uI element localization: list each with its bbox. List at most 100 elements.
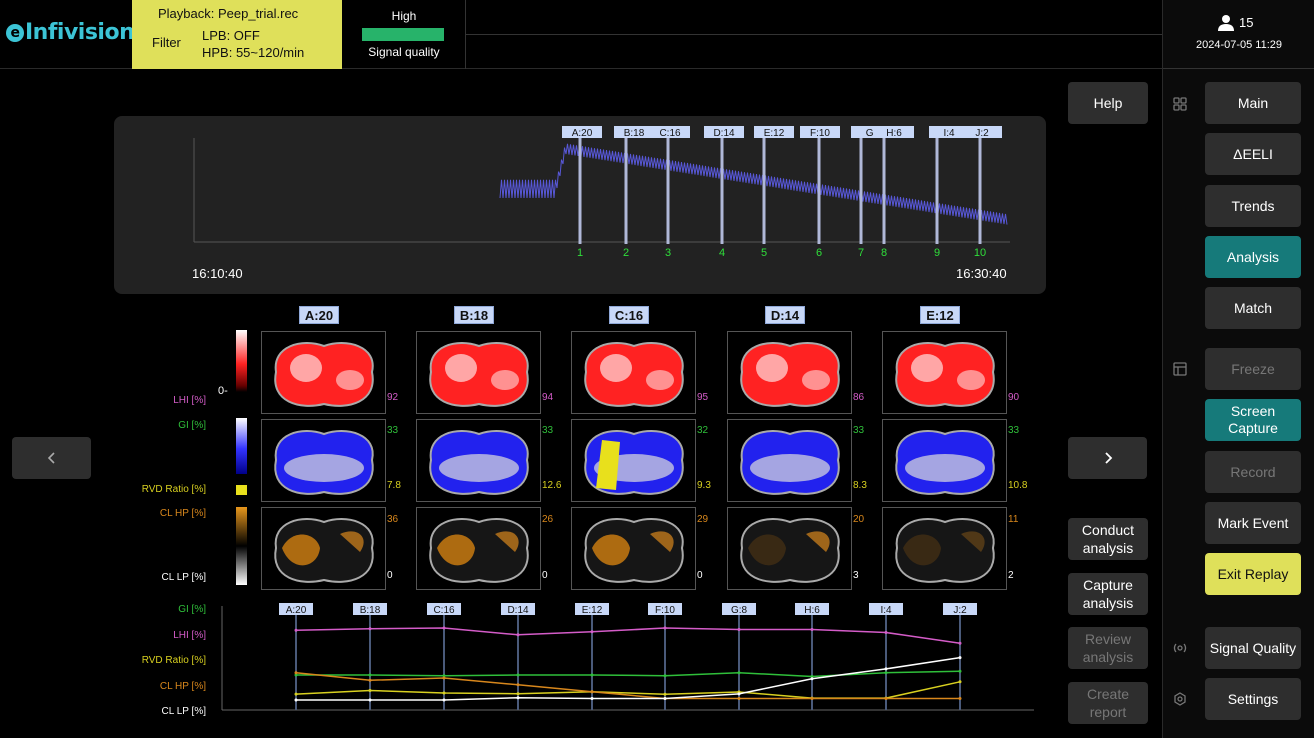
gear-icon [1174, 692, 1186, 706]
match-button[interactable]: Match [1205, 287, 1301, 329]
signal-quality-button[interactable]: Signal Quality [1205, 627, 1301, 669]
chart-legend-lhi: LHI [%] [173, 630, 206, 641]
settings-button[interactable]: Settings [1205, 678, 1301, 720]
timeline-panel[interactable]: A:20 1 B:18 2 C:16 3 D:14 4 E:12 5 F:10 6 G: 7 H:6 8 I:4… [114, 116, 1046, 294]
timeline-marker-number: 5 [761, 247, 767, 259]
trend-data-point [737, 692, 741, 696]
conduct-analysis-button[interactable]: Conduct analysis [1068, 518, 1148, 560]
create-report-button[interactable]: Create report [1068, 682, 1148, 724]
screen-capture-button[interactable]: Screen Capture [1205, 399, 1301, 441]
clhp-value: 36 [387, 514, 399, 525]
signal-level: High [391, 9, 417, 23]
layout-icon [1173, 362, 1187, 376]
lhi-value: 95 [697, 392, 709, 403]
trend-data-point [368, 673, 372, 677]
lhi-map [416, 331, 541, 414]
clhp-value: 26 [542, 514, 554, 525]
analysis-button[interactable]: Analysis [1205, 236, 1301, 278]
trend-data-point [663, 626, 667, 630]
main-button[interactable]: Main [1205, 82, 1301, 124]
mark-event-button[interactable]: Mark Event [1205, 502, 1301, 544]
trend-tick-label: C:16 [433, 605, 455, 616]
timeline-marker-number: 4 [719, 247, 725, 259]
zero-scale-label: 0- [218, 385, 228, 397]
timeline-end-time: 16:30:40 [956, 266, 1007, 281]
chart-legend-gi: GI [%] [178, 604, 206, 615]
lhi-map [727, 331, 852, 414]
clhp-value: 20 [853, 514, 865, 525]
lhi-row-label: LHI [%] [173, 395, 206, 406]
trend-data-point [958, 680, 962, 684]
gi-value: 33 [387, 425, 399, 436]
trend-data-point [810, 677, 814, 681]
trend-data-point [663, 674, 667, 678]
trend-series-line [295, 671, 960, 700]
rvd-value: 12.6 [542, 480, 562, 491]
rvd-value: 7.8 [387, 480, 401, 491]
right-sidebar: 15 2024-07-05 11:29 Main ΔEELI Trends An… [1162, 0, 1314, 738]
delta-eeli-button[interactable]: ΔEELI [1205, 133, 1301, 175]
trend-data-point [442, 626, 446, 630]
user-count: 15 [1239, 15, 1254, 30]
trends-button[interactable]: Trends [1205, 185, 1301, 227]
trend-data-point [810, 628, 814, 631]
gi-map [416, 419, 541, 502]
playback-info-panel: Playback: Peep_trial.rec Filter LPB: OFF… [132, 0, 342, 69]
top-bar: e Infivision Playback: Peep_trial.rec Fil… [0, 0, 1162, 69]
timeline-waveform: A:201B:182C:163D:144E:125F:106G:7H:68I:4… [193, 126, 1010, 259]
trend-data-point [590, 630, 594, 634]
trend-data-point [810, 697, 814, 700]
trend-data-point [884, 667, 888, 671]
lhi-color-scale [236, 330, 247, 392]
trend-data-point [958, 669, 962, 673]
lhi-map [571, 331, 696, 414]
trend-data-point [958, 697, 962, 700]
exit-replay-button[interactable]: Exit Replay [1205, 553, 1301, 595]
trend-tick-label: G:8 [731, 605, 748, 616]
gi-row-label: GI [%] [178, 420, 206, 431]
timeline-marker-number: 7 [858, 247, 864, 259]
trend-tick-label: J:2 [953, 605, 967, 616]
gi-map [571, 419, 696, 502]
trend-data-point [294, 671, 298, 675]
review-analysis-button[interactable]: Review analysis [1068, 627, 1148, 669]
freeze-button[interactable]: Freeze [1205, 348, 1301, 390]
chevron-left-icon [47, 452, 55, 464]
clhp-row-label: CL HP [%] [159, 508, 206, 519]
trend-data-point [294, 698, 298, 702]
date-time: 2024-07-05 11:29 [1195, 39, 1283, 51]
header-divider [466, 34, 1162, 35]
cl-map [571, 507, 696, 590]
help-button[interactable]: Help [1068, 82, 1148, 124]
timeline-trace [499, 143, 1008, 225]
next-button[interactable] [1068, 437, 1147, 479]
grid-icon [1173, 97, 1187, 111]
chevron-right-icon [1104, 452, 1112, 464]
rvd-value: 10.8 [1008, 480, 1028, 491]
user-icon [1218, 15, 1234, 31]
record-button[interactable]: Record [1205, 451, 1301, 493]
chart-legend-clhp: CL HP [%] [159, 681, 206, 692]
signal-icon [1173, 643, 1187, 653]
gi-value: 33 [1008, 425, 1020, 436]
map-column-label: A:20 [299, 306, 339, 324]
cllp-value: 2 [1008, 570, 1014, 581]
previous-button[interactable] [12, 437, 91, 479]
rvd-row-label: RVD Ratio [%] [141, 484, 206, 495]
trend-data-point [442, 691, 446, 695]
trend-data-point [294, 692, 298, 696]
trend-tick-label: F:10 [655, 605, 675, 616]
map-column-label: C:16 [609, 306, 649, 324]
cl-map [882, 507, 1007, 590]
user-panel: 15 2024-07-05 11:29 [1163, 0, 1314, 69]
cllp-value: 0 [542, 570, 548, 581]
rvd-color-swatch [236, 485, 247, 495]
capture-analysis-button[interactable]: Capture analysis [1068, 573, 1148, 615]
timeline-marker-number: 10 [974, 247, 986, 259]
map-column-label: D:14 [765, 306, 805, 324]
app-logo: e Infivision [6, 20, 135, 45]
timeline-marker-number: 8 [881, 247, 887, 259]
trend-data-point [737, 697, 741, 700]
gi-map [727, 419, 852, 502]
timeline-marker-label: H:6 [886, 128, 902, 139]
